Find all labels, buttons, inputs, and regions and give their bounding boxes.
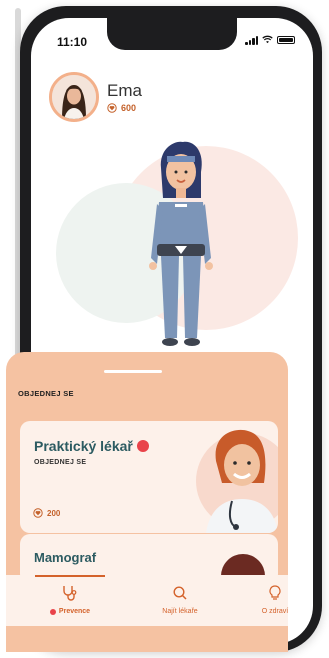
section-title: OBJEDNEJ SE: [18, 389, 74, 398]
tab-label: Najít lékaře: [162, 608, 198, 615]
sheet-drag-handle[interactable]: [104, 370, 162, 373]
status-time: 11:10: [57, 35, 88, 49]
notification-dot: [49, 608, 56, 615]
status-icons: [245, 34, 295, 45]
card-points: 200: [33, 508, 60, 518]
heart-points-icon: [107, 103, 117, 113]
card-title-row: Praktický lékař: [34, 438, 149, 454]
battery-icon: [277, 35, 295, 44]
signal-icon: [245, 35, 258, 45]
user-name: Ema: [107, 81, 142, 100]
doctor-illustration: [196, 429, 278, 533]
card-prakticky-lekar[interactable]: Praktický lékař OBJEDNEJ SE 200: [20, 421, 278, 533]
avatar-character-illustration: [56, 141, 298, 346]
tab-prevence[interactable]: Prevence: [30, 585, 110, 615]
tab-najit-lekare[interactable]: Najít lékaře: [140, 585, 220, 615]
tab-label: O zdraví: [261, 608, 289, 615]
card-title: Mamograf: [34, 550, 97, 565]
user-points: 600: [107, 103, 142, 113]
card-title: Praktický lékař: [34, 438, 133, 454]
active-tab-indicator: [35, 575, 105, 577]
heart-points-icon: [33, 508, 43, 518]
stethoscope-icon: [63, 586, 77, 601]
notch: [107, 18, 237, 50]
avatar[interactable]: [49, 72, 99, 122]
card-points-value: 200: [47, 508, 61, 518]
card-subtitle: OBJEDNEJ SE: [34, 459, 87, 466]
lightbulb-icon: [269, 585, 281, 600]
alert-dot-icon: [136, 440, 149, 452]
wifi-icon: [262, 35, 273, 44]
user-profile[interactable]: Ema 600: [49, 72, 142, 122]
search-icon: [173, 586, 187, 600]
user-points-value: 600: [121, 103, 137, 113]
tab-o-zdravi[interactable]: O zdraví: [235, 585, 315, 615]
tab-label: Prevence: [58, 608, 91, 615]
